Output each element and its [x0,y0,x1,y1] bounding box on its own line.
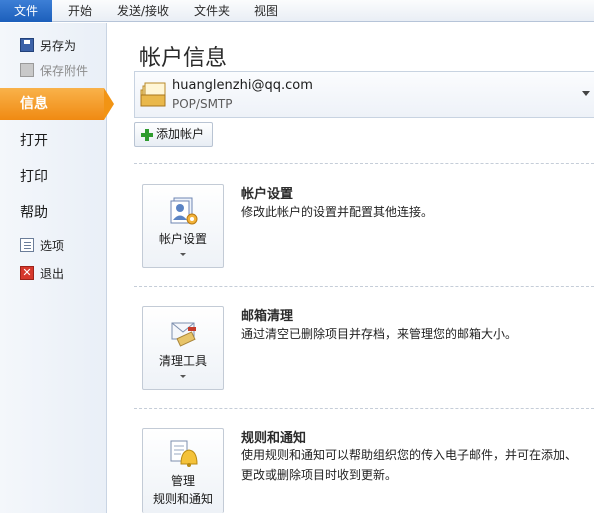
nav-print[interactable]: 打印 [0,161,107,193]
cleanup-tools-button[interactable]: 清理工具 [142,306,224,390]
nav-save-as[interactable]: 另存为 [0,34,107,56]
tab-file[interactable]: 文件 [0,0,52,22]
manage-rules-button[interactable]: 管理 规则和通知 [142,428,224,513]
chevron-down-icon [180,375,186,378]
page-title: 帐户信息 [139,46,228,71]
divider [134,408,594,409]
manage-rules-button-label-1: 管理 [170,474,195,488]
nav-exit[interactable]: ✕ 退出 [0,262,107,284]
exit-icon: ✕ [20,266,34,280]
mailbox-cleanup-description: 通过清空已删除项目并存档，来管理您的邮箱大小。 [241,327,518,341]
mail-account-icon [140,82,166,107]
account-settings-title: 帐户设置 [241,187,294,202]
ribbon-tab-bar: 文件 开始 发送/接收 文件夹 视图 [0,0,594,22]
add-account-label: 添加帐户 [156,127,205,141]
mailbox-cleanup-title: 邮箱清理 [241,309,294,324]
cleanup-tools-button-label: 清理工具 [158,354,207,368]
add-account-button[interactable]: 添加帐户 [134,122,213,147]
nav-options-label: 选项 [40,238,65,253]
nav-info[interactable]: 信息 [0,88,114,120]
account-selector[interactable]: huanglenzhi@qq.com POP/SMTP [134,71,594,118]
nav-save-attachments[interactable]: 保存附件 [0,59,107,81]
account-settings-description: 修改此帐户的设置并配置其他连接。 [241,205,434,219]
account-settings-icon [170,197,198,225]
nav-options[interactable]: 选项 [0,234,107,256]
nav-help[interactable]: 帮助 [0,197,107,229]
account-email: huanglenzhi@qq.com [172,78,313,93]
tab-folder[interactable]: 文件夹 [186,0,238,22]
tab-home[interactable]: 开始 [58,0,102,22]
tab-view[interactable]: 视图 [246,0,286,22]
rules-alerts-description-1: 使用规则和通知可以帮助组织您的传入电子邮件，并可在添加、 [241,448,578,462]
chevron-down-icon[interactable] [582,91,590,96]
plus-icon [141,129,153,141]
manage-rules-button-label-2: 规则和通知 [152,492,213,506]
tab-send-receive[interactable]: 发送/接收 [110,0,176,22]
cleanup-tools-icon [171,322,196,347]
account-protocol: POP/SMTP [172,97,233,111]
account-settings-button[interactable]: 帐户设置 [142,184,224,268]
nav-open[interactable]: 打开 [0,125,107,157]
nav-save-as-label: 另存为 [40,38,77,53]
rules-alerts-icon [170,440,198,467]
divider [134,286,594,287]
account-settings-button-label: 帐户设置 [158,232,207,246]
nav-exit-label: 退出 [40,266,65,281]
options-icon [20,238,34,252]
chevron-down-icon [180,253,186,256]
rules-alerts-title: 规则和通知 [241,431,307,446]
save-attachments-icon [20,63,34,77]
nav-save-attachments-label: 保存附件 [40,63,89,78]
save-as-icon [20,38,34,52]
backstage-nav: 另存为 保存附件 信息 打开 打印 帮助 选项 ✕ 退出 [0,23,114,513]
divider [134,163,594,164]
rules-alerts-description-2: 更改或删除项目时收到更新。 [241,468,398,482]
